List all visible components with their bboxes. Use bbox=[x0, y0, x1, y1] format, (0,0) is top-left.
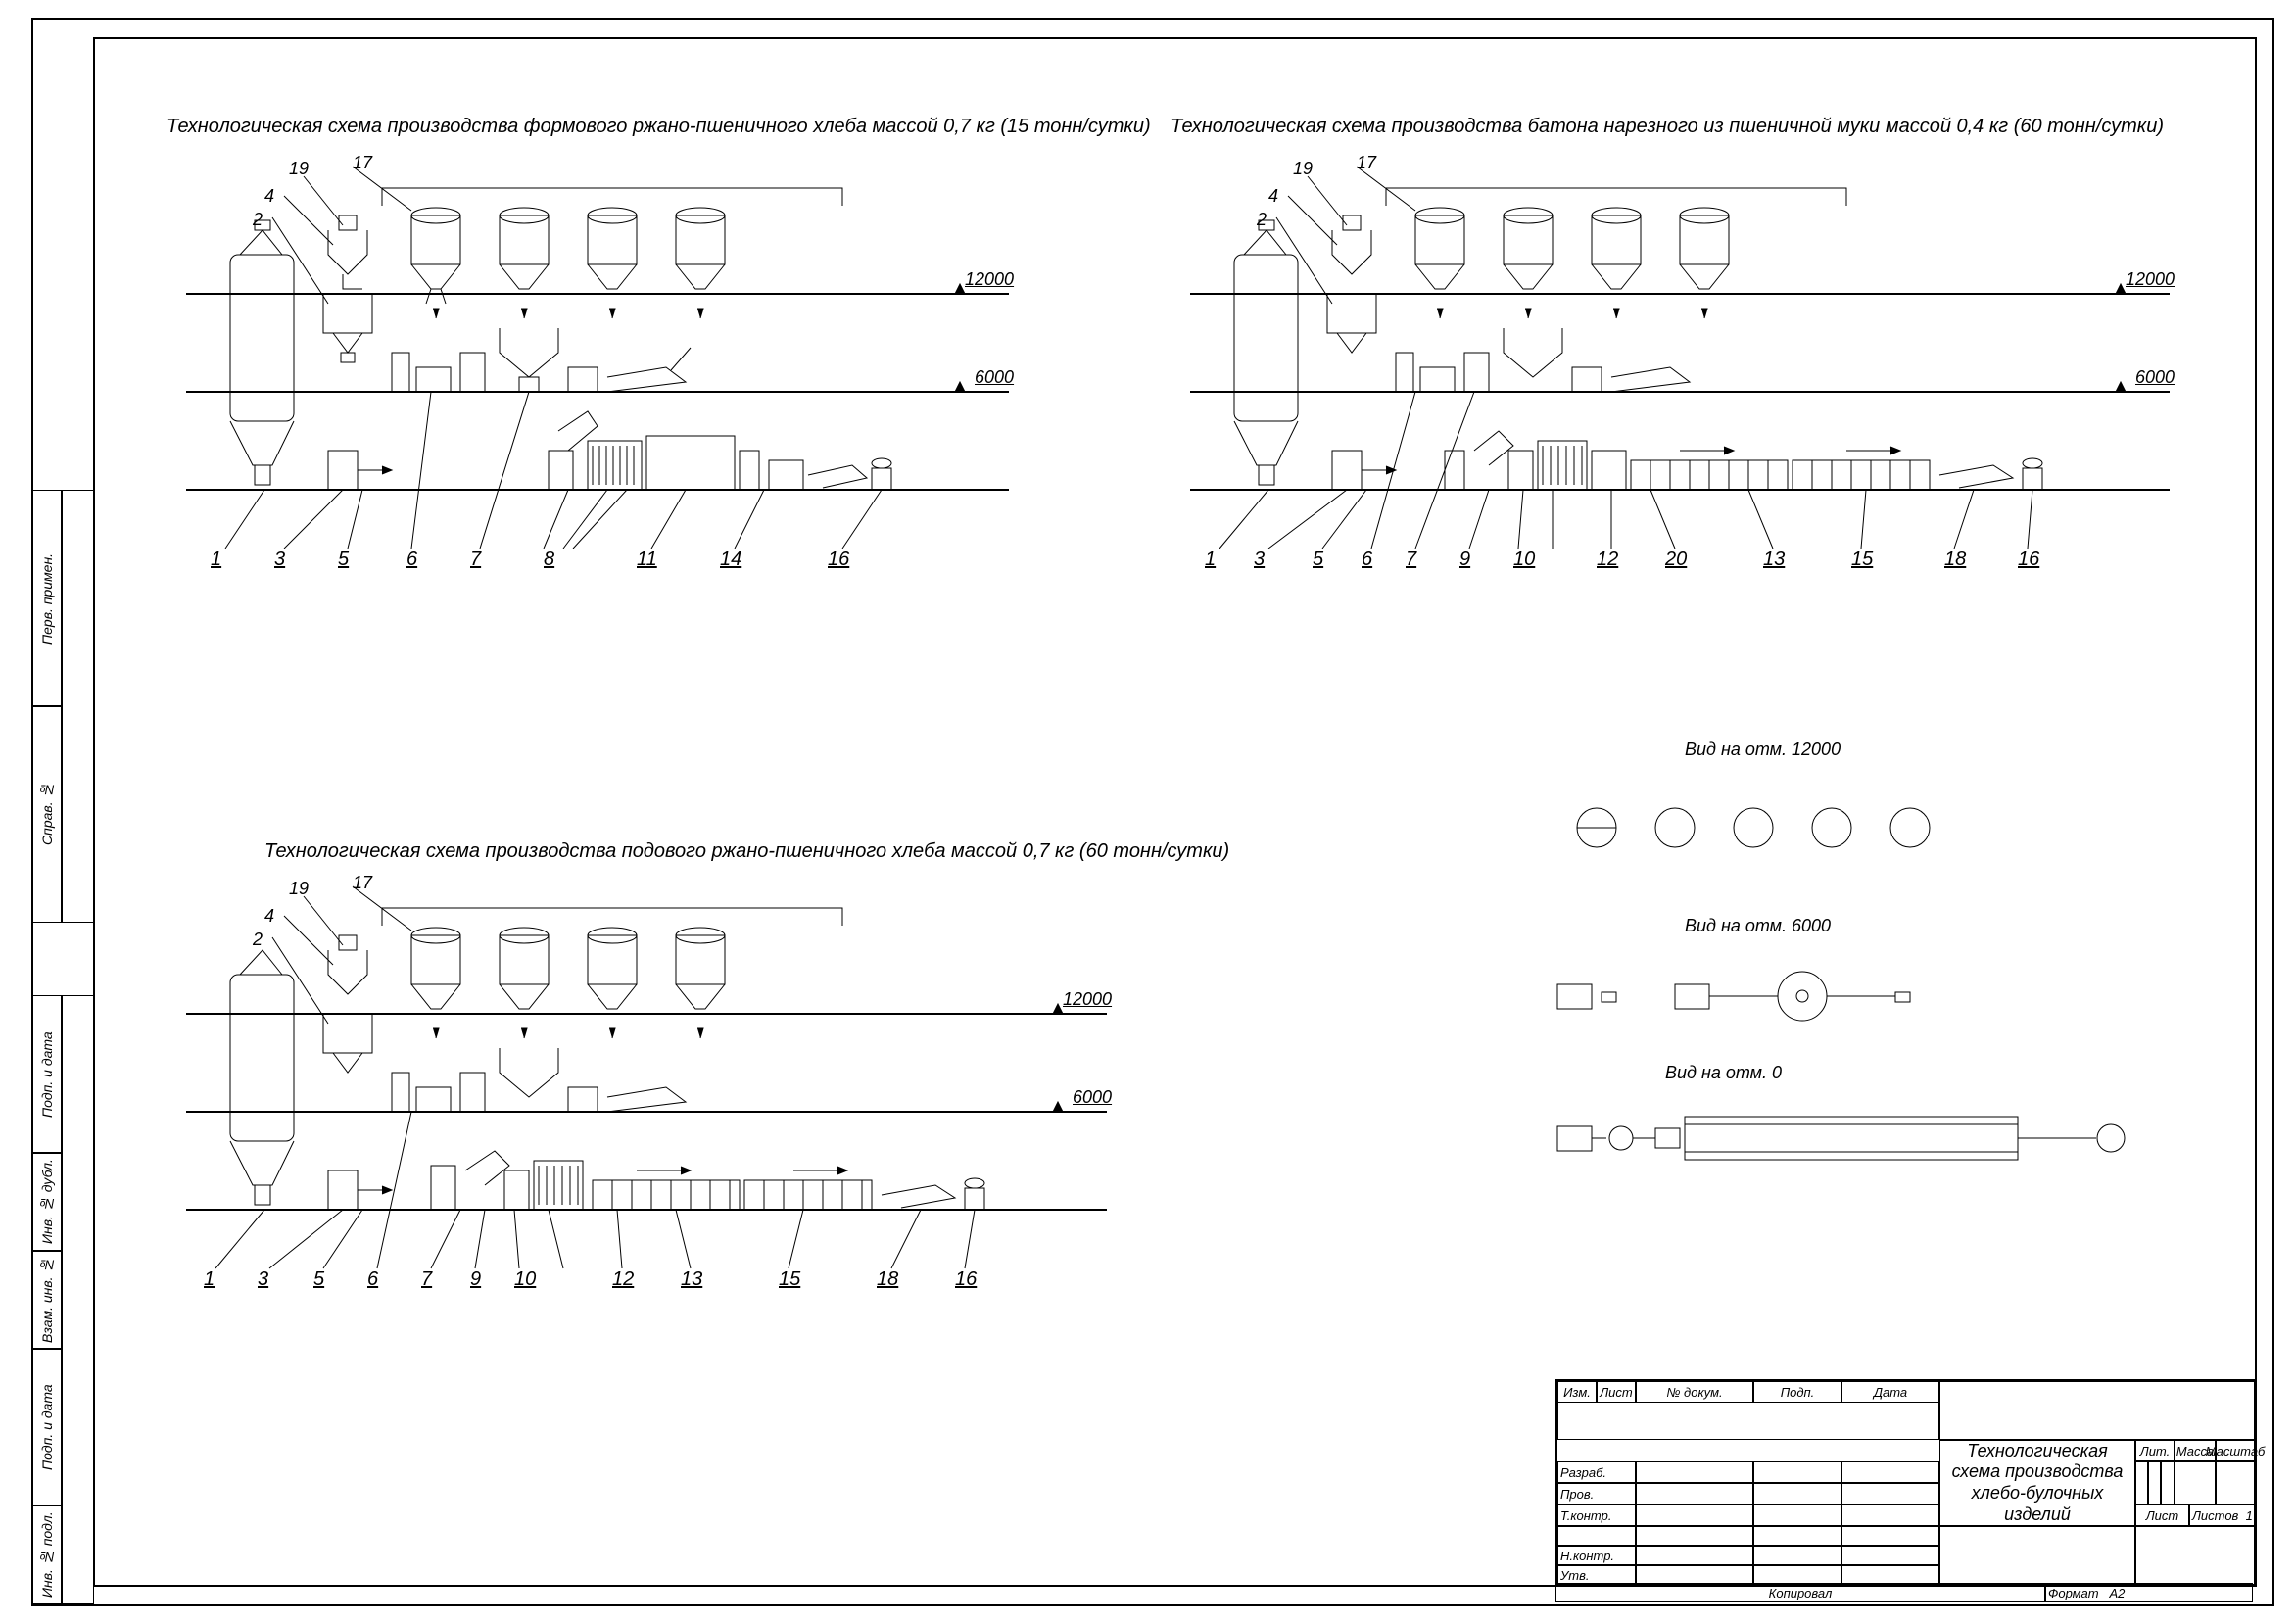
scheme3-title: Технологическая схема производства подов… bbox=[264, 840, 1229, 863]
s1-b3: 3 bbox=[274, 549, 285, 571]
s3-c2: 2 bbox=[253, 930, 263, 950]
s1-c17: 17 bbox=[353, 153, 372, 173]
s1-b14: 14 bbox=[720, 549, 741, 571]
s2-b13: 13 bbox=[1763, 549, 1785, 571]
s2-c19: 19 bbox=[1293, 159, 1313, 179]
tb-list-lbl: Лист bbox=[2135, 1505, 2189, 1526]
scheme3-diagram bbox=[157, 877, 1156, 1288]
s2-elev-12000: 12000 bbox=[2126, 269, 2175, 290]
tb-tkontr: Т.контр. bbox=[1557, 1505, 1636, 1526]
titleblock: Изм. Лист № докум. Подп. Дата Разраб. Пр… bbox=[1555, 1379, 2257, 1587]
s3-b18: 18 bbox=[877, 1268, 898, 1291]
s2-b20: 20 bbox=[1665, 549, 1687, 571]
side-tab-inv-dubl: Инв. № дубл. bbox=[31, 1152, 63, 1252]
s3-b7: 7 bbox=[421, 1268, 432, 1291]
tb-mashtab: Масштаб bbox=[2216, 1440, 2255, 1461]
s3-b12: 12 bbox=[612, 1268, 634, 1291]
view3-title: Вид на отм. 0 bbox=[1665, 1063, 1782, 1083]
s2-b10: 10 bbox=[1513, 549, 1535, 571]
footer-kopiroval: Копировал bbox=[1555, 1583, 2045, 1602]
s2-b9: 9 bbox=[1459, 549, 1470, 571]
tb-utv: Утв. bbox=[1557, 1565, 1636, 1585]
s3-b5: 5 bbox=[313, 1268, 324, 1291]
tb-ndoc: № докум. bbox=[1636, 1381, 1753, 1403]
s1-c4: 4 bbox=[264, 186, 274, 207]
s2-b6: 6 bbox=[1362, 549, 1372, 571]
tb-izm: Изм. bbox=[1557, 1381, 1597, 1403]
s2-b3: 3 bbox=[1254, 549, 1265, 571]
view3-diagram bbox=[1548, 1107, 2184, 1175]
s3-b6: 6 bbox=[367, 1268, 378, 1291]
s1-c2: 2 bbox=[253, 210, 263, 230]
s2-c17: 17 bbox=[1357, 153, 1376, 173]
s1-elev-6000: 6000 bbox=[975, 367, 1014, 388]
view2-diagram bbox=[1548, 965, 2086, 1033]
side-tab-vzam-inv: Взам. инв. № bbox=[31, 1250, 63, 1350]
tb-podp: Подп. bbox=[1753, 1381, 1841, 1403]
scheme2-title: Технологическая схема производства батон… bbox=[1171, 116, 2164, 138]
s3-b3: 3 bbox=[258, 1268, 268, 1291]
s2-b1: 1 bbox=[1205, 549, 1216, 571]
tb-prov: Пров. bbox=[1557, 1483, 1636, 1505]
s3-b15: 15 bbox=[779, 1268, 800, 1291]
s1-b16: 16 bbox=[828, 549, 849, 571]
side-tab-podp-data: Подп. и дата bbox=[31, 1348, 63, 1506]
tb-list: Лист bbox=[1597, 1381, 1636, 1403]
side-tab-blank2 bbox=[61, 490, 94, 923]
s3-b13: 13 bbox=[681, 1268, 702, 1291]
s2-b7: 7 bbox=[1406, 549, 1416, 571]
side-tab-perv: Перв. примен. bbox=[31, 490, 63, 707]
footer-format: Формат А2 bbox=[2045, 1583, 2253, 1602]
tb-lit: Лит. bbox=[2135, 1440, 2175, 1461]
s1-b6: 6 bbox=[406, 549, 417, 571]
tb-razrab: Разраб. bbox=[1557, 1461, 1636, 1483]
s1-c19: 19 bbox=[289, 159, 309, 179]
s2-b18: 18 bbox=[1944, 549, 1966, 571]
tb-listov: Листов 1 bbox=[2189, 1505, 2255, 1526]
s3-b10: 10 bbox=[514, 1268, 536, 1291]
s2-b5: 5 bbox=[1313, 549, 1323, 571]
view2-title: Вид на отм. 6000 bbox=[1685, 916, 1831, 936]
s2-c2: 2 bbox=[1257, 210, 1267, 230]
s3-b1: 1 bbox=[204, 1268, 215, 1291]
side-tab-blank1 bbox=[61, 995, 94, 1604]
s3-elev-6000: 6000 bbox=[1073, 1087, 1112, 1108]
tb-nkontr: Н.контр. bbox=[1557, 1546, 1636, 1565]
s2-elev-6000: 6000 bbox=[2135, 367, 2175, 388]
tb-main-title: Технологическая схема производства хлебо… bbox=[1939, 1440, 2135, 1526]
drawing-sheet: Инв. № подл. Подп. и дата Взам. инв. № И… bbox=[0, 0, 2295, 1624]
s3-elev-12000: 12000 bbox=[1063, 989, 1112, 1010]
s3-c4: 4 bbox=[264, 906, 274, 927]
scheme2-diagram bbox=[1161, 157, 2219, 568]
s1-elev-12000: 12000 bbox=[965, 269, 1014, 290]
tb-data: Дата bbox=[1841, 1381, 1939, 1403]
s1-b11: 11 bbox=[637, 549, 657, 571]
s1-b8: 8 bbox=[544, 549, 554, 571]
s2-c4: 4 bbox=[1268, 186, 1278, 207]
s2-b16: 16 bbox=[2018, 549, 2039, 571]
s3-c17: 17 bbox=[353, 873, 372, 893]
s1-b5: 5 bbox=[338, 549, 349, 571]
side-tab-inv-podl: Инв. № подл. bbox=[31, 1505, 63, 1604]
view1-diagram bbox=[1567, 798, 2057, 857]
s3-c19: 19 bbox=[289, 879, 309, 899]
s2-b12: 12 bbox=[1597, 549, 1618, 571]
s3-b16: 16 bbox=[955, 1268, 977, 1291]
side-tab-sprav: Справ. № bbox=[31, 705, 63, 923]
s1-b7: 7 bbox=[470, 549, 481, 571]
view1-title: Вид на отм. 12000 bbox=[1685, 740, 1841, 760]
s1-b1: 1 bbox=[211, 549, 221, 571]
side-tab-podp-data2: Подп. и дата bbox=[31, 995, 63, 1154]
s3-b9: 9 bbox=[470, 1268, 481, 1291]
scheme1-title: Технологическая схема производства формо… bbox=[167, 116, 1151, 138]
s2-b15: 15 bbox=[1851, 549, 1873, 571]
scheme1-diagram bbox=[157, 157, 1058, 568]
